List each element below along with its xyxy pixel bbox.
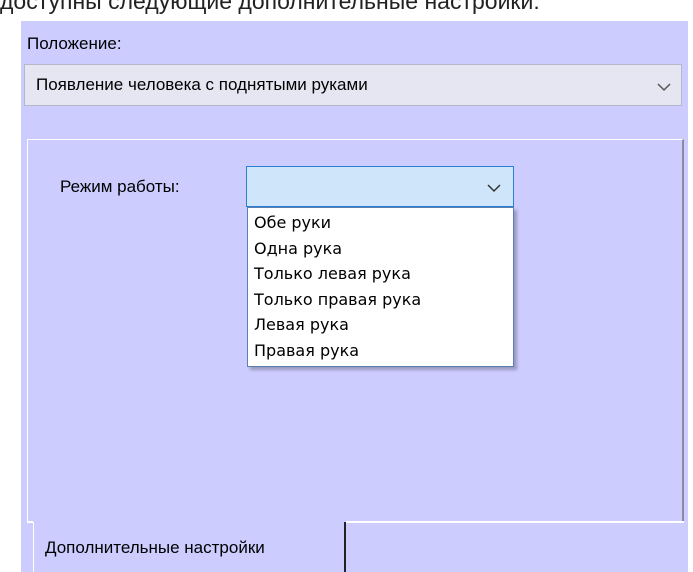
tab-label: Дополнительные настройки: [45, 538, 265, 557]
tab-border-right: [346, 521, 684, 523]
mode-option-both-hands[interactable]: Обе руки: [248, 210, 513, 236]
position-combobox-value: Появление человека с поднятыми руками: [36, 75, 368, 94]
position-combobox[interactable]: Появление человека с поднятыми руками: [24, 64, 682, 106]
chevron-down-icon[interactable]: [657, 79, 671, 97]
mode-label: Режим работы:: [60, 177, 180, 196]
mode-option-right-only[interactable]: Только правая рука: [248, 287, 513, 313]
caption-text: доступны следующие дополнительные настро…: [0, 0, 540, 14]
mode-option-right-hand[interactable]: Правая рука: [248, 338, 513, 364]
position-label: Положение:: [27, 34, 122, 53]
mode-dropdown-list: Обе руки Одна рука Только левая рука Тол…: [247, 207, 514, 367]
mode-option-left-hand[interactable]: Левая рука: [248, 312, 513, 338]
mode-option-one-hand[interactable]: Одна рука: [248, 236, 513, 262]
tab-additional-settings[interactable]: Дополнительные настройки: [33, 522, 346, 572]
chevron-down-icon[interactable]: [487, 180, 501, 198]
mode-option-left-only[interactable]: Только левая рука: [248, 261, 513, 287]
mode-combobox[interactable]: [246, 166, 514, 207]
